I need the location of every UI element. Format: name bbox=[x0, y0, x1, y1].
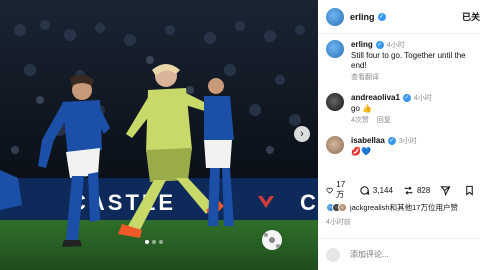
comment-composer bbox=[318, 238, 480, 270]
commenter-avatar[interactable] bbox=[326, 136, 344, 154]
comment-icon bbox=[360, 185, 370, 195]
carousel-dots bbox=[145, 240, 163, 244]
like-count: 17 万 bbox=[336, 180, 346, 199]
carousel-dot[interactable] bbox=[145, 240, 149, 244]
save-button[interactable] bbox=[464, 185, 478, 196]
my-avatar bbox=[326, 247, 340, 262]
commenter-username[interactable]: erling bbox=[351, 40, 373, 49]
bookmark-icon bbox=[466, 185, 474, 196]
ad-board-text: CASTLE bbox=[70, 190, 176, 215]
post-timestamp: 4小时前 bbox=[326, 219, 351, 226]
comment-item: erling ✓ 4小时 Still four to go. Together un… bbox=[326, 40, 472, 83]
repost-button[interactable]: 828 bbox=[403, 185, 430, 196]
comment-time: 4小时 bbox=[413, 95, 432, 102]
comment-count: 3,144 bbox=[372, 185, 393, 195]
post-image: CASTLE C › bbox=[0, 0, 318, 270]
carousel-next-button[interactable]: › bbox=[294, 126, 310, 142]
comment-item: andreaoliva1 ✓ 4小时 go 👍 4次赞 回复 bbox=[326, 93, 472, 126]
repost-count: 828 bbox=[416, 185, 431, 195]
comments-list: erling ✓ 4小时 Still four to go. Together un… bbox=[318, 34, 480, 157]
commenter-avatar[interactable] bbox=[326, 40, 344, 58]
comment-time: 4小时 bbox=[386, 42, 405, 49]
add-comment-input[interactable] bbox=[350, 250, 460, 259]
ad-board-text-right: C bbox=[300, 190, 316, 215]
commenter-username[interactable]: andreaoliva1 bbox=[351, 93, 400, 102]
author-avatar[interactable] bbox=[326, 7, 344, 26]
post-details-panel: erling ✓ 已关 erling ✓ 4小时 Still four to go.… bbox=[318, 0, 480, 270]
verified-badge-icon: ✓ bbox=[387, 136, 396, 145]
carousel-dot[interactable] bbox=[152, 240, 156, 244]
comment-text: go 👍 bbox=[351, 104, 373, 113]
verified-badge-icon: ✓ bbox=[375, 40, 384, 49]
repost-icon bbox=[404, 185, 413, 195]
verified-badge-icon: ✓ bbox=[377, 12, 386, 21]
comment-text: 💋💙 bbox=[351, 147, 371, 156]
like-button[interactable]: 17 万 bbox=[326, 180, 349, 200]
comment-button[interactable]: 3,144 bbox=[359, 185, 393, 196]
verified-badge-icon: ✓ bbox=[402, 93, 411, 102]
commenter-username[interactable]: isabellaa bbox=[351, 136, 385, 145]
liker-avatar bbox=[338, 203, 347, 212]
comment-like-count[interactable]: 4次赞 bbox=[351, 117, 369, 124]
post-actions-bar: 17 万 3,144 828 bbox=[326, 180, 474, 200]
match-photo: CASTLE C bbox=[0, 0, 318, 270]
share-button[interactable] bbox=[440, 185, 454, 196]
follow-status-button[interactable]: 已关 bbox=[462, 10, 480, 23]
see-translation-link[interactable]: 查看翻译 bbox=[351, 74, 379, 81]
comment-item: isabellaa ✓ 3小时 💋💙 bbox=[326, 136, 472, 157]
send-icon bbox=[440, 185, 451, 196]
reply-button[interactable]: 回复 bbox=[377, 117, 391, 124]
carousel-dot[interactable] bbox=[159, 240, 163, 244]
football bbox=[262, 230, 282, 250]
liked-by-text[interactable]: jackgrealish和其他17万位用户赞 bbox=[350, 202, 458, 213]
heart-icon bbox=[326, 187, 333, 194]
liked-by-row: jackgrealish和其他17万位用户赞 bbox=[326, 202, 480, 213]
post-header: erling ✓ 已关 bbox=[318, 0, 480, 34]
commenter-avatar[interactable] bbox=[326, 93, 344, 111]
author-username[interactable]: erling bbox=[350, 12, 375, 22]
comment-time: 3小时 bbox=[398, 138, 417, 145]
comment-text: Still four to go. Together until the end… bbox=[351, 51, 466, 70]
